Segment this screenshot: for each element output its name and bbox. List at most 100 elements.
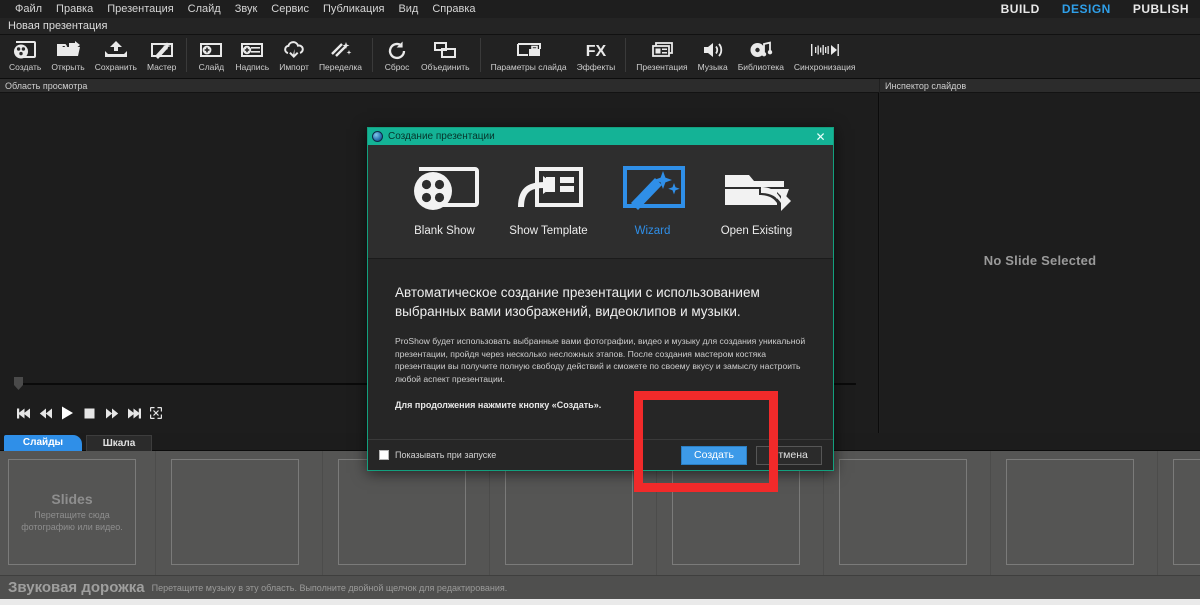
toolbar-button-new[interactable]: Создать	[4, 35, 46, 77]
menu-item-help[interactable]: Справка	[425, 0, 482, 18]
mode-build[interactable]: BUILD	[990, 0, 1051, 18]
toolbar-label: Эффекты	[576, 62, 616, 72]
dialog-paragraph: ProShow будет использовать выбранные вам…	[395, 336, 806, 384]
menu-item-publication[interactable]: Публикация	[316, 0, 391, 18]
dialog-title-bar: Создание презентации ✕	[368, 128, 833, 145]
inspector-panel: No Slide Selected	[880, 93, 1200, 433]
toolbar-label: Сохранить	[94, 62, 137, 72]
save-icon	[103, 35, 129, 61]
menu-item-service[interactable]: Сервис	[264, 0, 316, 18]
new-show-icon	[12, 35, 38, 61]
toolbar-separator	[625, 38, 627, 72]
svg-text:FX: FX	[586, 43, 607, 60]
toolbar-label: Библиотека	[737, 62, 784, 72]
checkbox-box[interactable]	[379, 450, 389, 460]
menu-item-view[interactable]: Вид	[391, 0, 425, 18]
slide-cell[interactable]	[839, 459, 967, 565]
toolbar-button-slide[interactable]: Слайд	[192, 35, 230, 77]
toolbar-label: Надпись	[235, 62, 270, 72]
skip-end-icon[interactable]	[126, 406, 141, 420]
toolbar-button-music[interactable]: Музыка	[693, 35, 733, 77]
create-button[interactable]: Создать	[681, 445, 747, 465]
music-library-icon	[748, 35, 774, 61]
main-toolbar: Создать Открыть Сохранить Мастер Слайд Н…	[0, 35, 1200, 79]
rewind-icon[interactable]	[38, 406, 53, 420]
dialog-buttons: Создать Отмена	[681, 445, 822, 465]
wizard-wand-icon	[149, 35, 175, 61]
seek-handle[interactable]	[14, 377, 23, 390]
slide-cell-divider	[155, 451, 156, 575]
menu-item-slide[interactable]: Слайд	[181, 0, 228, 18]
fullscreen-icon[interactable]	[148, 406, 163, 420]
toolbar-button-sync[interactable]: Синхронизация	[789, 35, 861, 77]
toolbar-separator	[372, 38, 374, 72]
toolbar-label: Презентация	[636, 62, 688, 72]
toolbar-label: Импорт	[279, 62, 309, 72]
toolbar-button-library[interactable]: Библиотека	[733, 35, 789, 77]
slide-drop-target[interactable]: Slides Перетащите сюда фотографию или ви…	[8, 459, 136, 565]
slide-cell-divider	[1157, 451, 1158, 575]
toolbar-button-save[interactable]: Сохранить	[90, 35, 142, 77]
soundtrack-title: Звуковая дорожка	[8, 579, 145, 596]
slide-cell[interactable]	[1006, 459, 1134, 565]
toolbar-button-slide-options[interactable]: Параметры слайда	[486, 35, 572, 77]
toolbar-button-wizard[interactable]: Мастер	[142, 35, 181, 77]
choice-open-existing[interactable]: Open Existing	[711, 157, 803, 237]
menu-item-presentation[interactable]: Презентация	[100, 0, 180, 18]
mode-switcher: BUILD DESIGN PUBLISH	[990, 0, 1200, 18]
slide-cell[interactable]	[505, 459, 633, 565]
remix-icon	[327, 35, 353, 61]
reset-icon	[384, 35, 410, 61]
cancel-button[interactable]: Отмена	[756, 445, 822, 465]
dialog-footer: Показывать при запуске Создать Отмена	[368, 439, 833, 470]
dialog-title: Создание презентации	[388, 131, 495, 142]
app-globe-icon	[372, 131, 383, 142]
tab-timeline[interactable]: Шкала	[86, 435, 152, 451]
show-at-startup-checkbox[interactable]: Показывать при запуске	[379, 450, 496, 460]
toolbar-button-open[interactable]: Открыть	[46, 35, 89, 77]
mode-design[interactable]: DESIGN	[1051, 0, 1122, 18]
wizard-icon	[615, 157, 691, 219]
dialog-choice-row: Blank Show Show Template Wizard Open Exi…	[368, 145, 833, 259]
dialog-heading: Автоматическое создание презентации с ис…	[395, 285, 760, 319]
slide-cell[interactable]	[171, 459, 299, 565]
skip-start-icon[interactable]	[16, 406, 31, 420]
close-icon[interactable]: ✕	[812, 128, 829, 145]
document-title: Новая презентация	[8, 20, 108, 32]
tab-slides[interactable]: Слайды	[4, 435, 82, 451]
choice-label: Blank Show	[414, 225, 475, 237]
toolbar-button-reset[interactable]: Сброс	[378, 35, 416, 77]
toolbar-button-caption[interactable]: Надпись	[230, 35, 274, 77]
slide-options-icon	[515, 35, 543, 61]
inspector-panel-header: Инспектор слайдов	[880, 79, 1200, 93]
menu-item-file[interactable]: Файл	[8, 0, 49, 18]
toolbar-button-import[interactable]: Импорт	[274, 35, 314, 77]
blank-show-icon	[407, 157, 483, 219]
toolbar-label: Объединить	[421, 62, 470, 72]
toolbar-button-remix[interactable]: Переделка	[314, 35, 367, 77]
toolbar-separator	[479, 38, 481, 72]
menu-item-sound[interactable]: Звук	[228, 0, 265, 18]
toolbar-button-show-options[interactable]: Презентация	[631, 35, 692, 77]
choice-show-template[interactable]: Show Template	[503, 157, 595, 237]
slide-cell[interactable]	[1173, 459, 1200, 565]
soundtrack-bar[interactable]: Звуковая дорожка Перетащите музыку в эту…	[0, 575, 1200, 599]
choice-wizard[interactable]: Wizard	[607, 157, 699, 237]
slide-cell[interactable]	[338, 459, 466, 565]
stop-icon[interactable]	[82, 406, 97, 420]
sync-icon	[807, 35, 843, 61]
fx-icon: FX	[581, 35, 611, 61]
toolbar-button-combine[interactable]: Объединить	[416, 35, 475, 77]
inspector-panel-title: Инспектор слайдов	[885, 80, 967, 91]
choice-blank-show[interactable]: Blank Show	[399, 157, 491, 237]
toolbar-group-show: Презентация Музыка Библиотека Синхрониза…	[631, 35, 860, 79]
toolbar-label: Открыть	[51, 62, 85, 72]
play-icon[interactable]	[60, 406, 75, 420]
slide-cell[interactable]	[672, 459, 800, 565]
mode-publish[interactable]: PUBLISH	[1122, 0, 1200, 18]
toolbar-label: Синхронизация	[793, 62, 856, 72]
toolbar-button-effects[interactable]: FX Эффекты	[572, 35, 621, 77]
menu-item-edit[interactable]: Правка	[49, 0, 100, 18]
no-slide-selected-label: No Slide Selected	[983, 253, 1097, 268]
fast-forward-icon[interactable]	[104, 406, 119, 420]
